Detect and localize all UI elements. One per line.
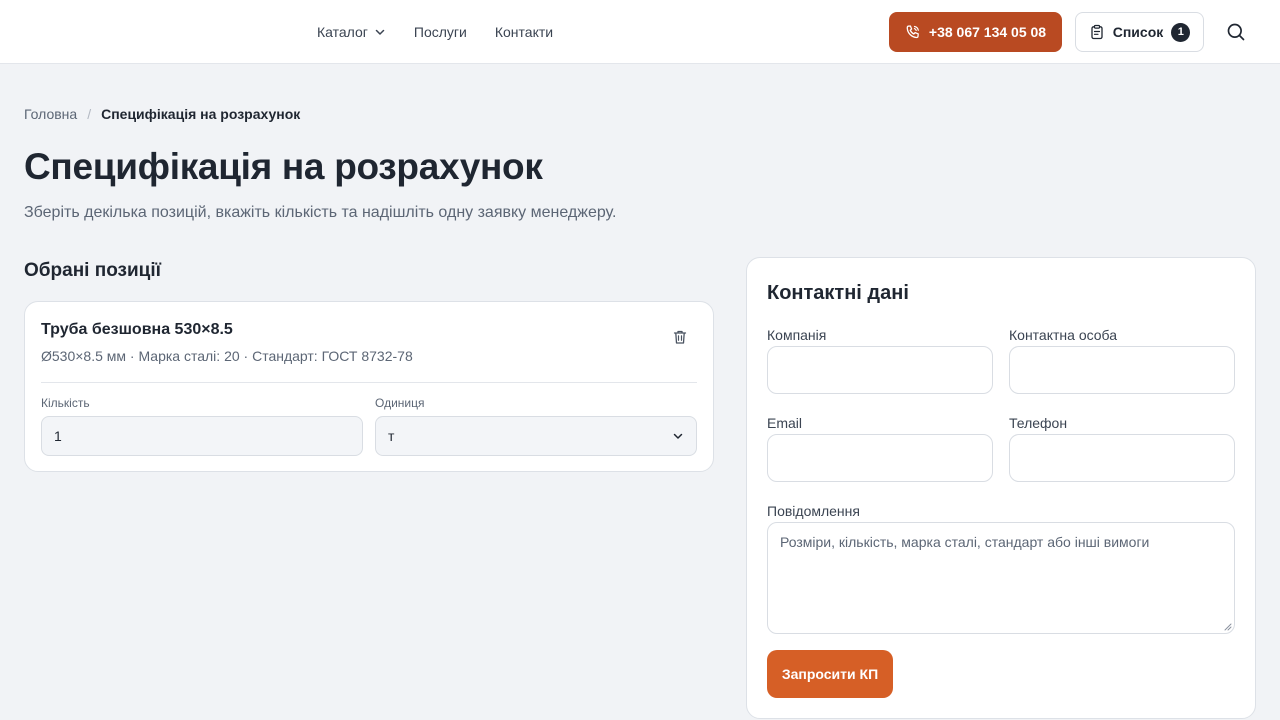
- unit-label: Одиниця: [375, 396, 425, 410]
- nav-catalog-label: Каталог: [317, 24, 368, 40]
- unit-select-value: т: [388, 428, 395, 444]
- chevron-down-icon: [375, 29, 385, 35]
- request-quote-label: Запросити КП: [781, 666, 879, 682]
- page-title: Специфікація на розрахунок: [24, 146, 543, 187]
- phone-icon: [906, 25, 919, 39]
- quantity-input[interactable]: [41, 416, 363, 456]
- chevron-down-icon: [673, 433, 683, 439]
- phone-label: Телефон: [1009, 415, 1068, 431]
- phone-button[interactable]: +38 067 134 05 08: [889, 12, 1062, 52]
- selected-items-heading: Обрані позиції: [24, 260, 161, 281]
- nav-contacts-label: Контакти: [494, 24, 554, 40]
- page-subtitle: Зберіть декілька позицій, вкажіть кількі…: [24, 204, 617, 221]
- spec-list-button[interactable]: Список 1: [1075, 12, 1204, 52]
- contact-person-label: Контактна особа: [1009, 327, 1118, 343]
- quantity-label: Кількість: [41, 396, 90, 410]
- email-label: Email: [767, 415, 803, 431]
- company-input[interactable]: [767, 346, 993, 394]
- message-label: Повідомлення: [767, 503, 860, 519]
- item-divider: [41, 382, 697, 383]
- message-textarea[interactable]: Розміри, кількість, марка сталі, стандар…: [767, 522, 1235, 634]
- item-name: Труба безшовна 530×8.5: [41, 321, 233, 338]
- phone-number: +38 067 134 05 08: [928, 24, 1047, 40]
- contact-person-input[interactable]: [1009, 346, 1235, 394]
- request-quote-button[interactable]: Запросити КП: [767, 650, 893, 698]
- nav-contacts[interactable]: Контакти: [495, 24, 553, 40]
- search-icon: [1227, 23, 1245, 41]
- nav-services[interactable]: Послуги: [414, 24, 467, 40]
- breadcrumb-home-link[interactable]: Головна: [24, 106, 77, 122]
- spec-item-card: Труба безшовна 530×8.5 Ø530×8.5 мм · Мар…: [24, 301, 714, 472]
- unit-select[interactable]: т: [375, 416, 697, 456]
- main-nav: Каталог Послуги Контакти: [317, 0, 581, 64]
- trash-icon: [673, 330, 687, 344]
- phone-input[interactable]: [1009, 434, 1235, 482]
- nav-catalog[interactable]: Каталог: [317, 24, 386, 40]
- breadcrumb: Головна / Специфікація на розрахунок: [24, 106, 300, 122]
- item-meta: Ø530×8.5 мм · Марка сталі: 20 · Стандарт…: [41, 348, 413, 364]
- message-placeholder: Розміри, кількість, марка сталі, стандар…: [780, 534, 1150, 550]
- resize-handle-icon[interactable]: [1224, 623, 1232, 631]
- contact-form-title: Контактні дані: [767, 282, 909, 304]
- spec-list-label: Список: [1112, 24, 1164, 40]
- remove-item-button[interactable]: [669, 326, 691, 348]
- search-button[interactable]: [1224, 20, 1248, 44]
- breadcrumb-current: Специфікація на розрахунок: [101, 106, 301, 122]
- site-header: Каталог Послуги Контакти +38 067 134 05 …: [0, 0, 1280, 64]
- clipboard-icon: [1089, 24, 1105, 40]
- nav-services-label: Послуги: [413, 24, 467, 40]
- breadcrumb-separator: /: [87, 106, 92, 122]
- company-label: Компанія: [767, 327, 827, 343]
- contact-form-card: Контактні дані Компанія Контактна особа …: [746, 257, 1256, 719]
- email-input[interactable]: [767, 434, 993, 482]
- list-count-badge: 1: [1171, 22, 1191, 42]
